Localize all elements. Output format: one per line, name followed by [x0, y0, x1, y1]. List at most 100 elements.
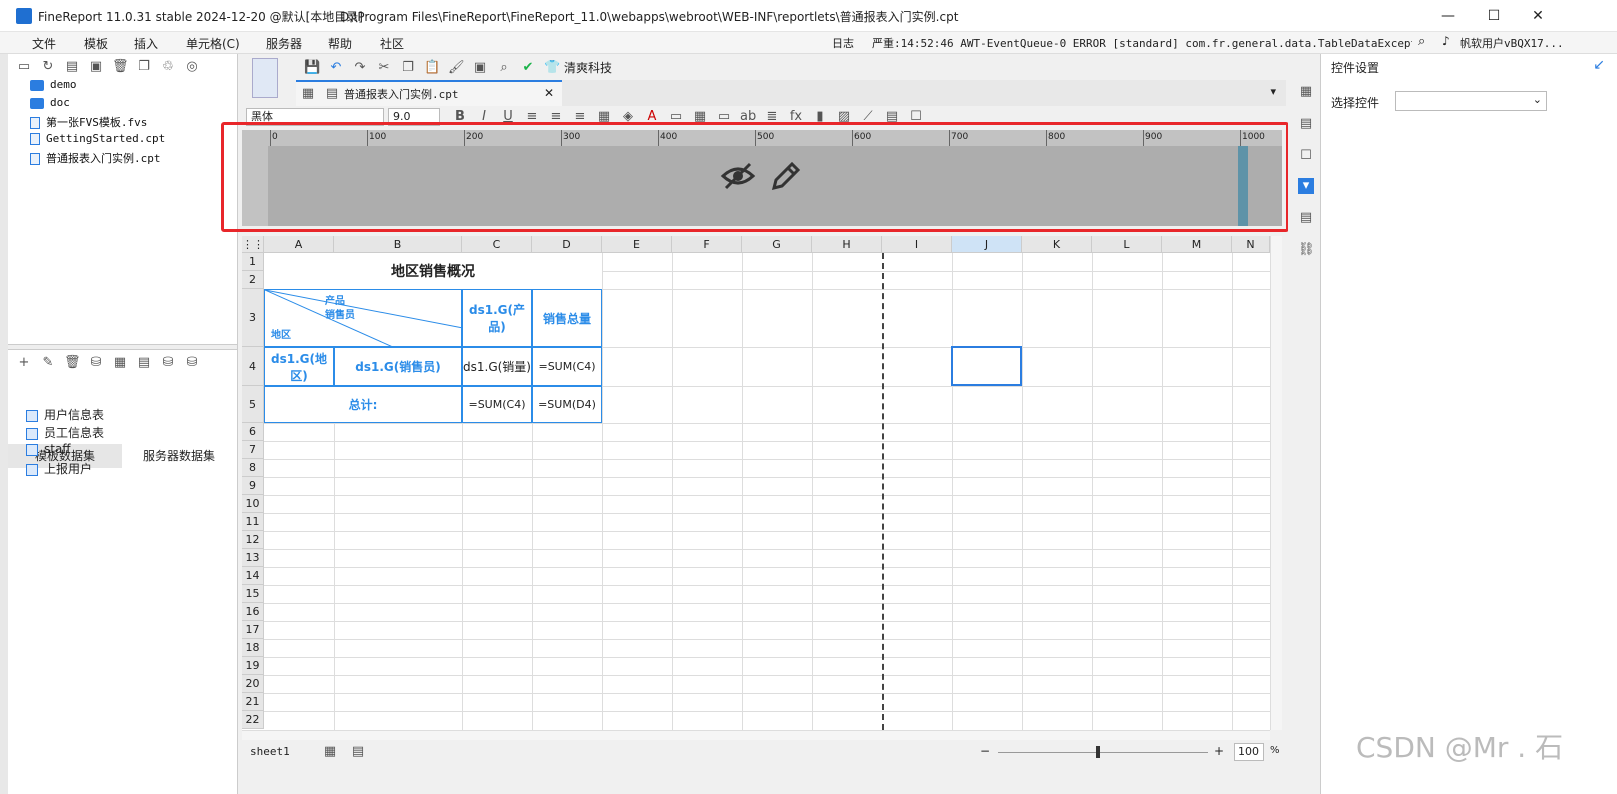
row-header[interactable]: 13 — [242, 549, 264, 567]
cell-element-icon[interactable]: ▤ — [1298, 116, 1314, 132]
preview-icon[interactable]: ▦ — [112, 355, 128, 371]
refresh-icon[interactable]: ↻ — [40, 59, 56, 75]
dataset-item[interactable]: 用户信息表 — [26, 406, 104, 423]
vertical-scrollbar[interactable] — [1270, 236, 1282, 730]
tab-menu-icon[interactable]: ▾ — [1270, 85, 1276, 98]
report-grid[interactable]: ⋮⋮ A B C D E F G H I J K L M N 1 2 3 4 5… — [242, 236, 1270, 730]
row-header[interactable]: 8 — [242, 459, 264, 477]
close-tab-icon[interactable]: ✕ — [544, 86, 554, 100]
row-header[interactable]: 19 — [242, 657, 264, 675]
cell-ab5[interactable]: 总计: — [264, 386, 462, 423]
report-title-cell[interactable]: 地区销售概况 — [264, 253, 602, 289]
copy-icon[interactable]: ❐ — [136, 59, 152, 75]
check-icon[interactable]: ✔ — [520, 60, 536, 76]
tree-item-current[interactable]: 普通报表入门实例.cpt — [30, 150, 161, 166]
delete-icon[interactable]: 🗑 — [64, 355, 81, 371]
zoom-in-icon[interactable]: + — [1214, 744, 1224, 758]
diagonal-header-cell[interactable]: 产品 销售员 地区 — [264, 289, 463, 348]
row-header[interactable]: 6 — [242, 423, 264, 441]
column-header[interactable]: A — [264, 236, 334, 253]
column-header[interactable]: I — [882, 236, 952, 253]
preview-icon[interactable]: ▣ — [472, 60, 488, 76]
column-header[interactable]: M — [1162, 236, 1232, 253]
expand-icon[interactable]: ↙ — [1593, 57, 1605, 73]
row-header[interactable]: 15 — [242, 585, 264, 603]
column-header[interactable]: B — [334, 236, 462, 253]
copy-icon[interactable]: ❐ — [400, 60, 416, 76]
add-sheet-icon[interactable]: ▦ — [322, 744, 338, 760]
column-header[interactable]: F — [672, 236, 742, 253]
shirt-icon[interactable]: 👕 — [544, 60, 560, 76]
search-icon[interactable]: ⌕ — [1418, 34, 1425, 49]
column-header[interactable]: N — [1232, 236, 1270, 253]
condition-icon[interactable]: ▤ — [1298, 210, 1314, 226]
cell-d4[interactable]: =SUM(C4) — [532, 347, 602, 386]
row-header[interactable]: 10 — [242, 495, 264, 513]
open-icon[interactable]: ▤ — [64, 59, 80, 75]
row-header[interactable]: 14 — [242, 567, 264, 585]
cell-a4[interactable]: ds1.G(地区) — [264, 347, 334, 386]
row-header[interactable]: 4 — [242, 347, 264, 386]
menu-insert[interactable]: 插入 — [134, 35, 158, 52]
dataset-item[interactable]: 员工信息表 — [26, 424, 104, 441]
edit-icon[interactable]: ✎ — [40, 355, 56, 371]
sheet-tab[interactable]: sheet1 — [250, 745, 290, 758]
zoom-thumb[interactable] — [1096, 746, 1100, 758]
selected-cell-j4[interactable] — [951, 346, 1022, 386]
column-header[interactable]: H — [812, 236, 882, 253]
tab-server-dataset[interactable]: 服务器数据集 — [122, 444, 236, 468]
select-all-corner[interactable]: ⋮⋮ — [242, 236, 264, 253]
dataset-item[interactable]: staff — [26, 442, 71, 456]
minimize-icon[interactable]: — — [1436, 4, 1460, 28]
menu-server[interactable]: 服务器 — [266, 35, 302, 52]
user-name[interactable]: 帆软用户vBQX17... — [1460, 35, 1615, 51]
row-header[interactable]: 3 — [242, 289, 264, 347]
database-icon[interactable]: ⛁ — [88, 355, 104, 371]
panel-splitter[interactable] — [8, 344, 237, 350]
hyperlink-icon[interactable]: ⛓ — [1298, 242, 1315, 258]
menu-template[interactable]: 模板 — [84, 35, 108, 52]
tree-item-demo[interactable]: demo — [30, 78, 77, 91]
menu-help[interactable]: 帮助 — [328, 35, 352, 52]
log-message[interactable]: 严重:14:52:46 AWT-EventQueue-0 ERROR [stan… — [872, 35, 1412, 51]
cell-c4[interactable]: ds1.G(销量) — [462, 347, 532, 386]
cut-icon[interactable]: ✂ — [376, 60, 392, 76]
row-header[interactable]: 5 — [242, 386, 264, 423]
maximize-icon[interactable]: ☐ — [1482, 4, 1506, 28]
log-label[interactable]: 日志 — [832, 35, 854, 51]
cell-c5[interactable]: =SUM(C4) — [462, 386, 532, 423]
row-header[interactable]: 22 — [242, 711, 264, 729]
row-header[interactable]: 12 — [242, 531, 264, 549]
zoom-slider[interactable] — [998, 752, 1208, 753]
row-header[interactable]: 1 — [242, 253, 264, 271]
cell-b4[interactable]: ds1.G(销售员) — [334, 347, 462, 386]
cell-attr-icon[interactable]: ▦ — [1298, 84, 1314, 100]
floating-icon[interactable]: ☐ — [1298, 148, 1314, 164]
cell-d3[interactable]: 销售总量 — [532, 289, 602, 347]
column-header[interactable]: K — [1022, 236, 1092, 253]
lock-icon[interactable]: ▣ — [88, 59, 104, 75]
delete-icon[interactable]: 🗑 — [112, 59, 129, 75]
row-header[interactable]: 7 — [242, 441, 264, 459]
close-icon[interactable]: ✕ — [1526, 4, 1550, 28]
zoom-input[interactable]: 100 — [1234, 743, 1264, 761]
row-header[interactable]: 18 — [242, 639, 264, 657]
left-collapse-strip[interactable] — [0, 54, 8, 794]
cell-d5[interactable]: =SUM(D4) — [532, 386, 602, 423]
column-header[interactable]: D — [532, 236, 602, 253]
select-widget-dropdown[interactable]: ⌄ — [1395, 91, 1547, 111]
template-type-icon[interactable] — [252, 58, 278, 98]
tree-item-gettingstarted[interactable]: GettingStarted.cpt — [30, 132, 165, 145]
company-label[interactable]: 清爽科技 — [564, 59, 612, 76]
column-header[interactable]: C — [462, 236, 532, 253]
menu-community[interactable]: 社区 — [380, 35, 404, 52]
add-icon[interactable]: + — [16, 355, 32, 371]
row-header[interactable]: 17 — [242, 621, 264, 639]
column-header[interactable]: G — [742, 236, 812, 253]
widget-settings-icon[interactable]: ▾ — [1298, 178, 1314, 194]
new-folder-icon[interactable]: ▭ — [16, 59, 32, 75]
row-header[interactable]: 9 — [242, 477, 264, 495]
recycle-icon[interactable]: ♲ — [160, 59, 176, 75]
table-icon[interactable]: ▤ — [136, 355, 152, 371]
tree-item-fvs[interactable]: 第一张FVS模板.fvs — [30, 114, 147, 130]
